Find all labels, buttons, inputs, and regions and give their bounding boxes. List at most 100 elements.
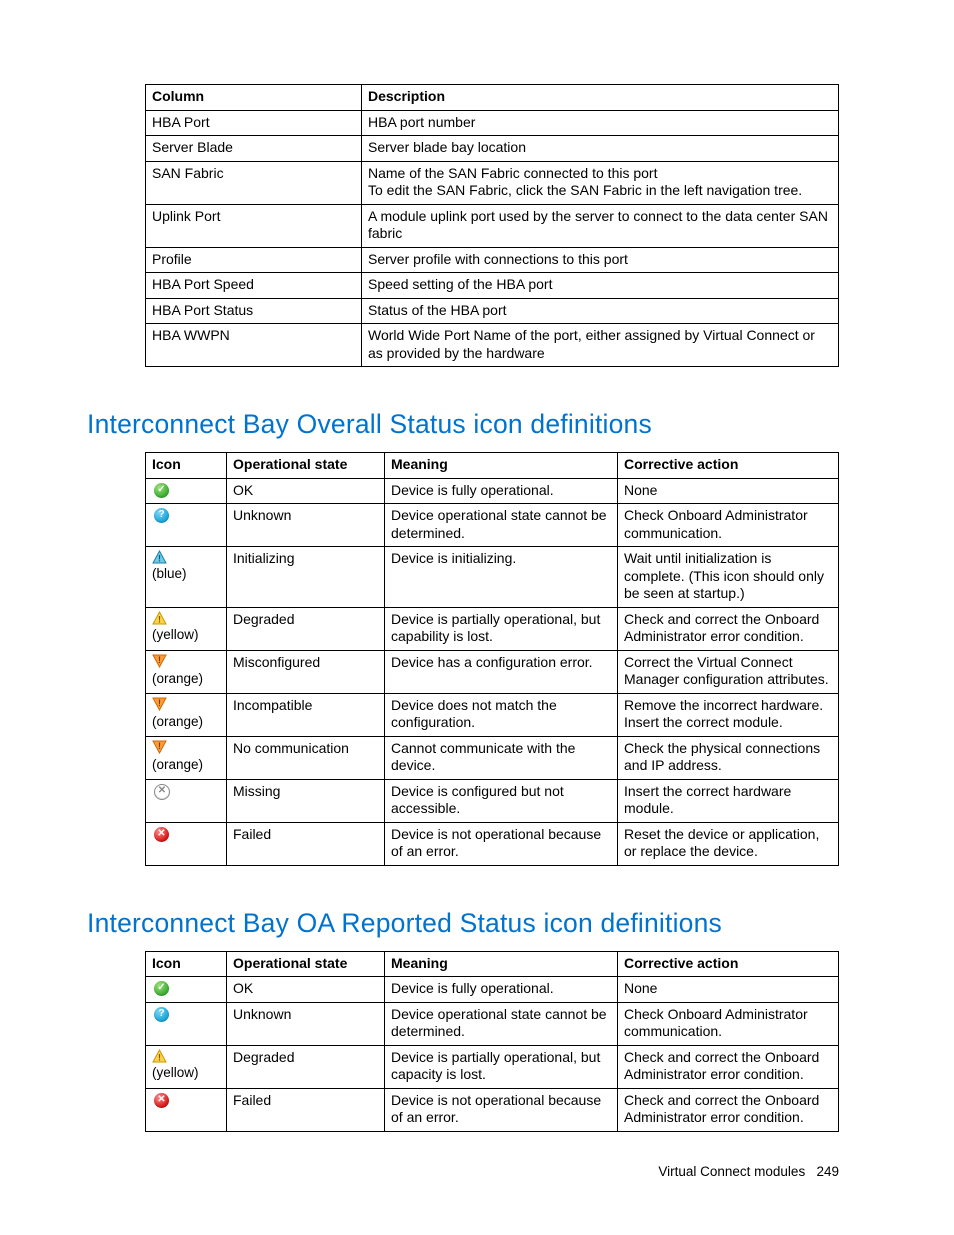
svg-text:!: ! [158, 554, 161, 564]
inverted-triangle-exclaim-orange-icon: ! [152, 697, 167, 712]
description-cell: Name of the SAN Fabric connected to this… [362, 161, 839, 204]
corrective-action-cell: Check the physical connections and IP ad… [618, 736, 839, 779]
table-row: HBA WWPNWorld Wide Port Name of the port… [146, 324, 839, 367]
table-row: ! (blue) InitializingDevice is initializin… [146, 547, 839, 608]
description-cell: World Wide Port Name of the port, either… [362, 324, 839, 367]
icon-cell: ✓ [146, 478, 227, 504]
table-row: !(orange)MisconfiguredDevice has a confi… [146, 650, 839, 693]
triangle-exclaim-yellow-icon: ! [152, 1049, 167, 1063]
icon-cell: ! (yellow) [146, 607, 227, 650]
icon-color-label: (orange) [152, 671, 203, 688]
meaning-cell: Device is fully operational. [385, 478, 618, 504]
icon-cell: ✕ [146, 822, 227, 865]
oa-status-table: Icon Operational state Meaning Correctiv… [145, 951, 839, 1132]
operational-state-cell: Unknown [227, 504, 385, 547]
column-name-cell: Uplink Port [146, 204, 362, 247]
table-row: Server BladeServer blade bay location [146, 136, 839, 162]
column-description-table: Column Description HBA PortHBA port numb… [145, 84, 839, 367]
icon-cell: ✕ [146, 779, 227, 822]
table-row: ProfileServer profile with connections t… [146, 247, 839, 273]
operational-state-cell: Unknown [227, 1002, 385, 1045]
t3-header-state: Operational state [227, 951, 385, 977]
description-cell: A module uplink port used by the server … [362, 204, 839, 247]
table-row: Uplink PortA module uplink port used by … [146, 204, 839, 247]
t2-header-state: Operational state [227, 453, 385, 479]
column-name-cell: HBA WWPN [146, 324, 362, 367]
table-row: ✕FailedDevice is not operational because… [146, 1088, 839, 1131]
column-name-cell: Profile [146, 247, 362, 273]
icon-color-label: (blue) [152, 566, 187, 583]
operational-state-cell: Incompatible [227, 693, 385, 736]
meaning-cell: Device is fully operational. [385, 977, 618, 1003]
table-row: !(orange)IncompatibleDevice does not mat… [146, 693, 839, 736]
operational-state-cell: Degraded [227, 1045, 385, 1088]
table-row: ✕FailedDevice is not operational because… [146, 822, 839, 865]
icon-color-label: (yellow) [152, 627, 199, 644]
icon-cell: ? [146, 1002, 227, 1045]
meaning-cell: Device does not match the configuration. [385, 693, 618, 736]
table-row: ?UnknownDevice operational state cannot … [146, 504, 839, 547]
column-name-cell: HBA Port Status [146, 298, 362, 324]
question-icon: ? [154, 1007, 169, 1022]
inverted-triangle-exclaim-orange-icon: ! [152, 740, 167, 755]
svg-text:!: ! [158, 741, 161, 751]
inverted-triangle-exclaim-orange-icon: ! [152, 654, 167, 669]
icon-cell: !(orange) [146, 693, 227, 736]
ok-icon: ✓ [154, 483, 169, 498]
meaning-cell: Device operational state cannot be deter… [385, 504, 618, 547]
icon-cell: ? [146, 504, 227, 547]
icon-cell: !(orange) [146, 736, 227, 779]
description-cell: Status of the HBA port [362, 298, 839, 324]
description-cell: Server blade bay location [362, 136, 839, 162]
table-row: HBA Port StatusStatus of the HBA port [146, 298, 839, 324]
operational-state-cell: OK [227, 977, 385, 1003]
column-name-cell: Server Blade [146, 136, 362, 162]
x-outline-icon: ✕ [154, 784, 170, 800]
x-circle-red-icon: ✕ [154, 1093, 169, 1108]
icon-color-label: (yellow) [152, 1065, 199, 1082]
overall-status-table: Icon Operational state Meaning Correctiv… [145, 452, 839, 866]
corrective-action-cell: Check Onboard Administrator communicatio… [618, 504, 839, 547]
corrective-action-cell: None [618, 977, 839, 1003]
corrective-action-cell: Check and correct the Onboard Administra… [618, 607, 839, 650]
corrective-action-cell: Reset the device or application, or repl… [618, 822, 839, 865]
icon-cell: ✓ [146, 977, 227, 1003]
operational-state-cell: No communication [227, 736, 385, 779]
table-row: HBA Port SpeedSpeed setting of the HBA p… [146, 273, 839, 299]
t2-header-meaning: Meaning [385, 453, 618, 479]
description-cell: Server profile with connections to this … [362, 247, 839, 273]
meaning-cell: Device has a configuration error. [385, 650, 618, 693]
operational-state-cell: Degraded [227, 607, 385, 650]
svg-text:!: ! [158, 614, 161, 624]
table-row: !(yellow)DegradedDevice is partially ope… [146, 1045, 839, 1088]
table-row: SAN FabricName of the SAN Fabric connect… [146, 161, 839, 204]
corrective-action-cell: Check and correct the Onboard Administra… [618, 1088, 839, 1131]
footer-section: Virtual Connect modules [658, 1164, 805, 1179]
ok-icon: ✓ [154, 981, 169, 996]
table-row: ✕MissingDevice is configured but not acc… [146, 779, 839, 822]
operational-state-cell: OK [227, 478, 385, 504]
table-row: HBA PortHBA port number [146, 110, 839, 136]
icon-cell: ✕ [146, 1088, 227, 1131]
t1-header-column: Column [146, 85, 362, 111]
x-circle-red-icon: ✕ [154, 827, 169, 842]
table-row: ✓ OKDevice is fully operational.None [146, 977, 839, 1003]
t1-header-description: Description [362, 85, 839, 111]
operational-state-cell: Initializing [227, 547, 385, 608]
corrective-action-cell: None [618, 478, 839, 504]
t3-header-meaning: Meaning [385, 951, 618, 977]
corrective-action-cell: Check and correct the Onboard Administra… [618, 1045, 839, 1088]
column-name-cell: HBA Port Speed [146, 273, 362, 299]
meaning-cell: Device is not operational because of an … [385, 822, 618, 865]
meaning-cell: Device operational state cannot be deter… [385, 1002, 618, 1045]
t3-header-icon: Icon [146, 951, 227, 977]
corrective-action-cell: Check Onboard Administrator communicatio… [618, 1002, 839, 1045]
corrective-action-cell: Insert the correct hardware module. [618, 779, 839, 822]
t2-header-icon: Icon [146, 453, 227, 479]
t3-header-action: Corrective action [618, 951, 839, 977]
meaning-cell: Device is initializing. [385, 547, 618, 608]
icon-cell: ! (yellow) [146, 1045, 227, 1088]
corrective-action-cell: Correct the Virtual Connect Manager conf… [618, 650, 839, 693]
svg-text:!: ! [158, 655, 161, 665]
meaning-cell: Device is configured but not accessible. [385, 779, 618, 822]
